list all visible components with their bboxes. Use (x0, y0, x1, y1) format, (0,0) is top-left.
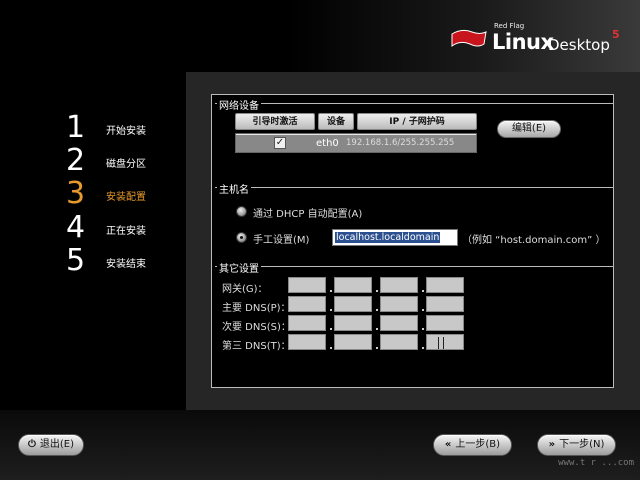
step-label: 安装结束 (106, 259, 146, 270)
steps-sidebar: 1 开始安装 2 磁盘分区 3 安装配置 4 正在安装 5 安装结束 (0, 72, 186, 410)
gateway-octet-3[interactable] (380, 277, 418, 293)
secondary-dns-octet-3[interactable] (380, 315, 418, 331)
manual-radio[interactable] (236, 232, 247, 243)
ip-cell: 192.168.1.6/255.255.255 (346, 138, 455, 148)
exit-button[interactable]: ⏻ 退出(E) (18, 434, 84, 456)
dhcp-radio[interactable] (236, 206, 247, 217)
tertiary-dns-octet-1[interactable] (288, 334, 326, 350)
step-label: 磁盘分区 (106, 159, 146, 170)
back-button-label: 上一步(B) (455, 439, 501, 450)
logo-brand-text: Linux (492, 30, 554, 54)
octet-separator (422, 290, 424, 292)
logo-product-text: Desktop (548, 36, 610, 54)
octet-separator (330, 290, 332, 292)
double-left-chevron-icon: « (444, 439, 452, 450)
secondary-dns-octet-2[interactable] (334, 315, 372, 331)
footer-bar: ⏻ 退出(E) «上一步(B) » 下一步(N) www.t r ...com (0, 410, 640, 480)
section-divider (215, 187, 614, 188)
primary-dns-octet-4[interactable] (426, 296, 464, 312)
step-5: 5 安装结束 (66, 245, 186, 277)
primary-dns-label: 主要 DNS(P)： (222, 303, 291, 314)
misc-section-title: 其它设置 (217, 260, 261, 275)
next-button[interactable]: » 下一步(N) (537, 434, 616, 456)
column-ip-netmask[interactable]: IP / 子网护码 (357, 113, 477, 130)
step-number: 4 (66, 210, 86, 245)
power-icon: ⏻ (27, 439, 36, 450)
table-row[interactable]: ✓ eth0 192.168.1.6/255.255.255 (236, 135, 476, 152)
network-section-title: 网络设备 (217, 97, 261, 112)
gateway-octet-2[interactable] (334, 277, 372, 293)
step-number: 1 (66, 110, 86, 145)
double-right-chevron-icon: » (548, 439, 556, 450)
secondary-dns-octet-1[interactable] (288, 315, 326, 331)
step-3: 3 安装配置 (66, 178, 186, 210)
step-number: 2 (66, 143, 86, 178)
active-on-boot-checkbox[interactable]: ✓ (274, 137, 286, 149)
dhcp-label[interactable]: 通过 DHCP 自动配置(A) (253, 205, 362, 220)
logo-version-text: 5 (612, 28, 620, 41)
octet-separator (422, 328, 424, 330)
step-1: 1 开始安装 (66, 112, 186, 144)
primary-dns-octet-3[interactable] (380, 296, 418, 312)
device-cell: eth0 (316, 138, 339, 149)
primary-dns-octet-1[interactable] (288, 296, 326, 312)
secondary-dns-label: 次要 DNS(S)： (222, 322, 291, 333)
primary-dns-octet-2[interactable] (334, 296, 372, 312)
text-cursor-icon (438, 337, 444, 349)
gateway-label: 网关(G)： (222, 284, 268, 295)
edit-button[interactable]: 编辑(E) (497, 120, 561, 138)
back-button[interactable]: «上一步(B) (433, 434, 512, 456)
octet-separator (330, 347, 332, 349)
octet-separator (376, 309, 378, 311)
tertiary-dns-octet-4[interactable] (426, 334, 464, 350)
column-active-on-boot[interactable]: 引导时激活 (235, 113, 315, 130)
hostname-example: （例如 “host.domain.com” ） (462, 235, 606, 246)
column-device[interactable]: 设备 (318, 113, 354, 130)
gateway-octet-1[interactable] (288, 277, 326, 293)
step-number: 5 (66, 243, 86, 278)
step-number: 3 (66, 176, 86, 211)
gateway-octet-4[interactable] (426, 277, 464, 293)
next-button-label: 下一步(N) (559, 439, 605, 450)
step-label: 安装配置 (106, 192, 146, 203)
octet-separator (376, 328, 378, 330)
exit-button-label: 退出(E) (39, 439, 75, 450)
step-2: 2 磁盘分区 (66, 145, 186, 177)
red-flag-logo: Red Flag Linux Desktop 5 (446, 14, 626, 64)
step-label: 开始安装 (106, 126, 146, 137)
header: Red Flag Linux Desktop 5 (0, 0, 640, 72)
octet-separator (376, 290, 378, 292)
tertiary-dns-label: 第三 DNS(T)： (222, 341, 291, 352)
octet-separator (376, 347, 378, 349)
tertiary-dns-octet-2[interactable] (334, 334, 372, 350)
secondary-dns-octet-4[interactable] (426, 315, 464, 331)
logo-small-text: Red Flag (494, 22, 525, 30)
octet-separator (422, 309, 424, 311)
network-device-table: ✓ eth0 192.168.1.6/255.255.255 (235, 133, 477, 153)
octet-separator (330, 309, 332, 311)
hostname-section-title: 主机名 (217, 181, 251, 196)
watermark-text: www.t r ...com (558, 458, 634, 468)
section-divider (215, 103, 614, 104)
red-flag-icon (451, 29, 487, 47)
octet-separator (330, 328, 332, 330)
hostname-input[interactable]: localhost.localdomain (332, 229, 458, 246)
octet-separator (422, 347, 424, 349)
manual-label[interactable]: 手工设置(M) (253, 231, 309, 246)
step-4: 4 正在安装 (66, 212, 186, 244)
section-divider (215, 266, 614, 267)
step-label: 正在安装 (106, 226, 146, 237)
tertiary-dns-octet-3[interactable] (380, 334, 418, 350)
hostname-value: localhost.localdomain (335, 232, 441, 243)
